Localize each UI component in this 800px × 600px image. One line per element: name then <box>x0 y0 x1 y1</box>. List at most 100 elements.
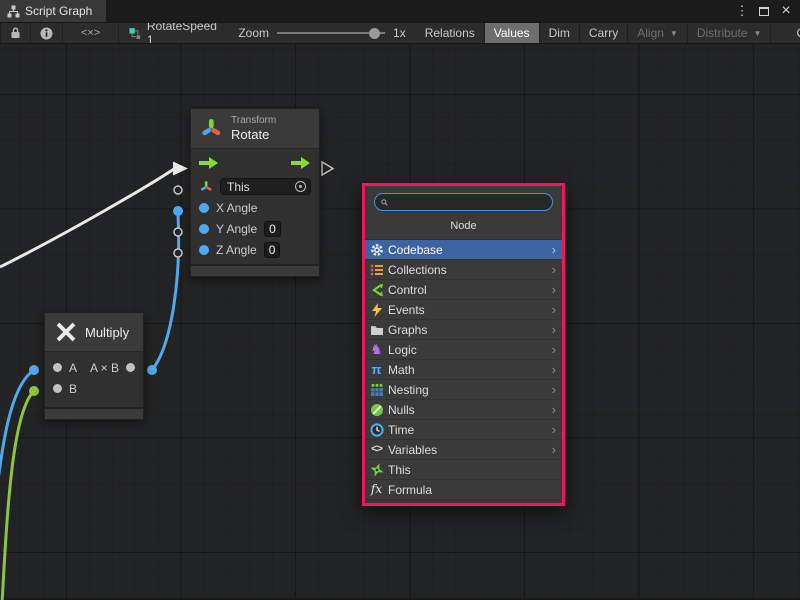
node-category-item-logic[interactable]: ♞ Logic › <box>365 340 562 360</box>
chevron-right-icon: › <box>552 362 556 377</box>
node-category-item-events[interactable]: Events › <box>365 300 562 320</box>
variables-icon: <> <box>369 442 384 457</box>
node-rotate-header[interactable]: Transform Rotate <box>191 109 319 148</box>
port-socket-z-angle[interactable] <box>174 249 182 257</box>
input-b-row: B <box>45 378 143 399</box>
toolbar-button-distribute[interactable]: Distribute ▼ <box>688 23 772 43</box>
value-port-out-icon[interactable] <box>126 363 135 372</box>
chevron-right-icon: › <box>552 342 556 357</box>
graph-asset-icon <box>129 27 141 40</box>
port-socket-this[interactable] <box>174 186 182 194</box>
graph-breadcrumb[interactable]: RotateSpeed 1 <box>119 23 228 43</box>
toolbar-button-carry[interactable]: Carry <box>580 23 628 43</box>
graph-tab-icon <box>7 5 20 18</box>
wire-terminal-b <box>29 386 39 396</box>
codebase-icon <box>369 242 384 257</box>
graph-canvas[interactable]: Transform Rotate This <box>0 44 800 600</box>
lock-button[interactable] <box>0 23 31 43</box>
node-category-item-graphs[interactable]: Graphs › <box>365 320 562 340</box>
value-port-icon[interactable] <box>199 245 209 255</box>
exec-in-port-icon[interactable] <box>199 156 219 170</box>
value-wire-b[interactable] <box>2 391 34 600</box>
node-category-item-nulls[interactable]: Nulls › <box>365 400 562 420</box>
node-rotate[interactable]: Transform Rotate This <box>190 108 320 277</box>
maximize-icon[interactable] <box>756 3 772 19</box>
toolbar-button-align[interactable]: Align ▼ <box>628 23 688 43</box>
toolbar-button-dim[interactable]: Dim <box>540 23 580 43</box>
object-picker-icon[interactable] <box>295 181 306 192</box>
input-row-x-angle: X Angle <box>191 197 319 218</box>
exec-wire-arrowhead <box>173 162 188 176</box>
exec-out-port-icon[interactable] <box>291 156 311 170</box>
port-value-field[interactable]: 0 <box>264 221 281 237</box>
node-category-item-this[interactable]: This <box>365 460 562 480</box>
this-field-value: This <box>227 180 291 194</box>
tab-bar: Script Graph ⋮ × <box>0 0 800 22</box>
node-category: Transform <box>231 115 276 127</box>
this-object-field[interactable]: This <box>220 178 311 195</box>
exec-wire[interactable] <box>0 169 174 267</box>
port-value-field[interactable]: 0 <box>264 242 281 258</box>
node-finder-popup: Node Codebase › Collections › Control › … <box>362 183 565 506</box>
value-port-icon[interactable] <box>199 224 209 234</box>
this-icon <box>369 462 384 477</box>
close-icon[interactable]: × <box>778 3 794 19</box>
math-icon: π <box>369 362 384 377</box>
lock-icon <box>10 27 21 39</box>
value-port-icon[interactable] <box>199 203 209 213</box>
node-title: Rotate <box>231 127 276 142</box>
info-icon <box>40 27 53 40</box>
exec-out-socket[interactable] <box>322 162 333 175</box>
zoom-slider[interactable] <box>277 22 385 44</box>
value-wire-product[interactable] <box>152 215 179 370</box>
node-category-item-variables[interactable]: <> Variables › <box>365 440 562 460</box>
wire-terminal-x-angle <box>173 206 183 216</box>
tab-script-graph[interactable]: Script Graph <box>0 0 106 22</box>
search-box[interactable] <box>374 193 553 211</box>
node-category-item-codebase[interactable]: Codebase › <box>365 240 562 260</box>
api-icon: <×> <box>81 27 100 39</box>
graph-window: Script Graph ⋮ × <×> <box>0 0 800 600</box>
node-category-item-time[interactable]: Time › <box>365 420 562 440</box>
node-category-item-collections[interactable]: Collections › <box>365 260 562 280</box>
zoom-value: 1x <box>393 26 406 40</box>
node-category-item-formula[interactable]: fx Formula <box>365 480 562 500</box>
transform-port-icon[interactable] <box>199 180 213 194</box>
node-category-item-math[interactable]: π Math › <box>365 360 562 380</box>
chevron-right-icon: › <box>552 442 556 457</box>
transform-icon <box>199 117 223 141</box>
node-multiply[interactable]: Multiply A A × B B <box>44 312 144 420</box>
node-category-item-nesting[interactable]: Nesting › <box>365 380 562 400</box>
time-icon <box>369 422 384 437</box>
logic-icon: ♞ <box>369 342 384 357</box>
chevron-right-icon: › <box>552 302 556 317</box>
inspect-button[interactable] <box>31 23 63 43</box>
this-port-row: This <box>191 176 319 197</box>
port-socket-y-angle[interactable] <box>174 228 182 236</box>
wire-terminal-product-out <box>147 365 157 375</box>
chevron-right-icon: › <box>552 422 556 437</box>
node-multiply-header[interactable]: Multiply <box>45 313 143 351</box>
menu-icon[interactable]: ⋮ <box>734 3 750 19</box>
toolbar-button-values[interactable]: Values <box>485 23 540 43</box>
chevron-right-icon: › <box>552 242 556 257</box>
zoom-slider-knob[interactable] <box>369 28 380 39</box>
value-port-a-icon[interactable] <box>53 363 62 372</box>
multiply-icon <box>55 321 77 343</box>
toolbar-button-overview[interactable]: Overview <box>787 23 800 43</box>
input-a-label: A <box>69 361 77 375</box>
node-category-item-control[interactable]: Control › <box>365 280 562 300</box>
wire-terminal-a <box>29 365 39 375</box>
value-port-b-icon[interactable] <box>53 384 62 393</box>
graph-toolbar: <×> RotateSpeed 1 Zoom 1x Relations Valu… <box>0 22 800 44</box>
exec-port-row <box>191 148 319 176</box>
value-wire-a[interactable] <box>0 370 34 514</box>
window-controls: ⋮ × <box>734 0 800 22</box>
zoom-label: Zoom <box>238 26 269 40</box>
toolbar-button-relations[interactable]: Relations <box>416 23 485 43</box>
search-icon <box>381 197 388 208</box>
chevron-down-icon: ▼ <box>670 29 678 38</box>
search-input[interactable] <box>391 195 546 209</box>
api-button[interactable]: <×> <box>63 23 119 43</box>
chevron-right-icon: › <box>552 322 556 337</box>
